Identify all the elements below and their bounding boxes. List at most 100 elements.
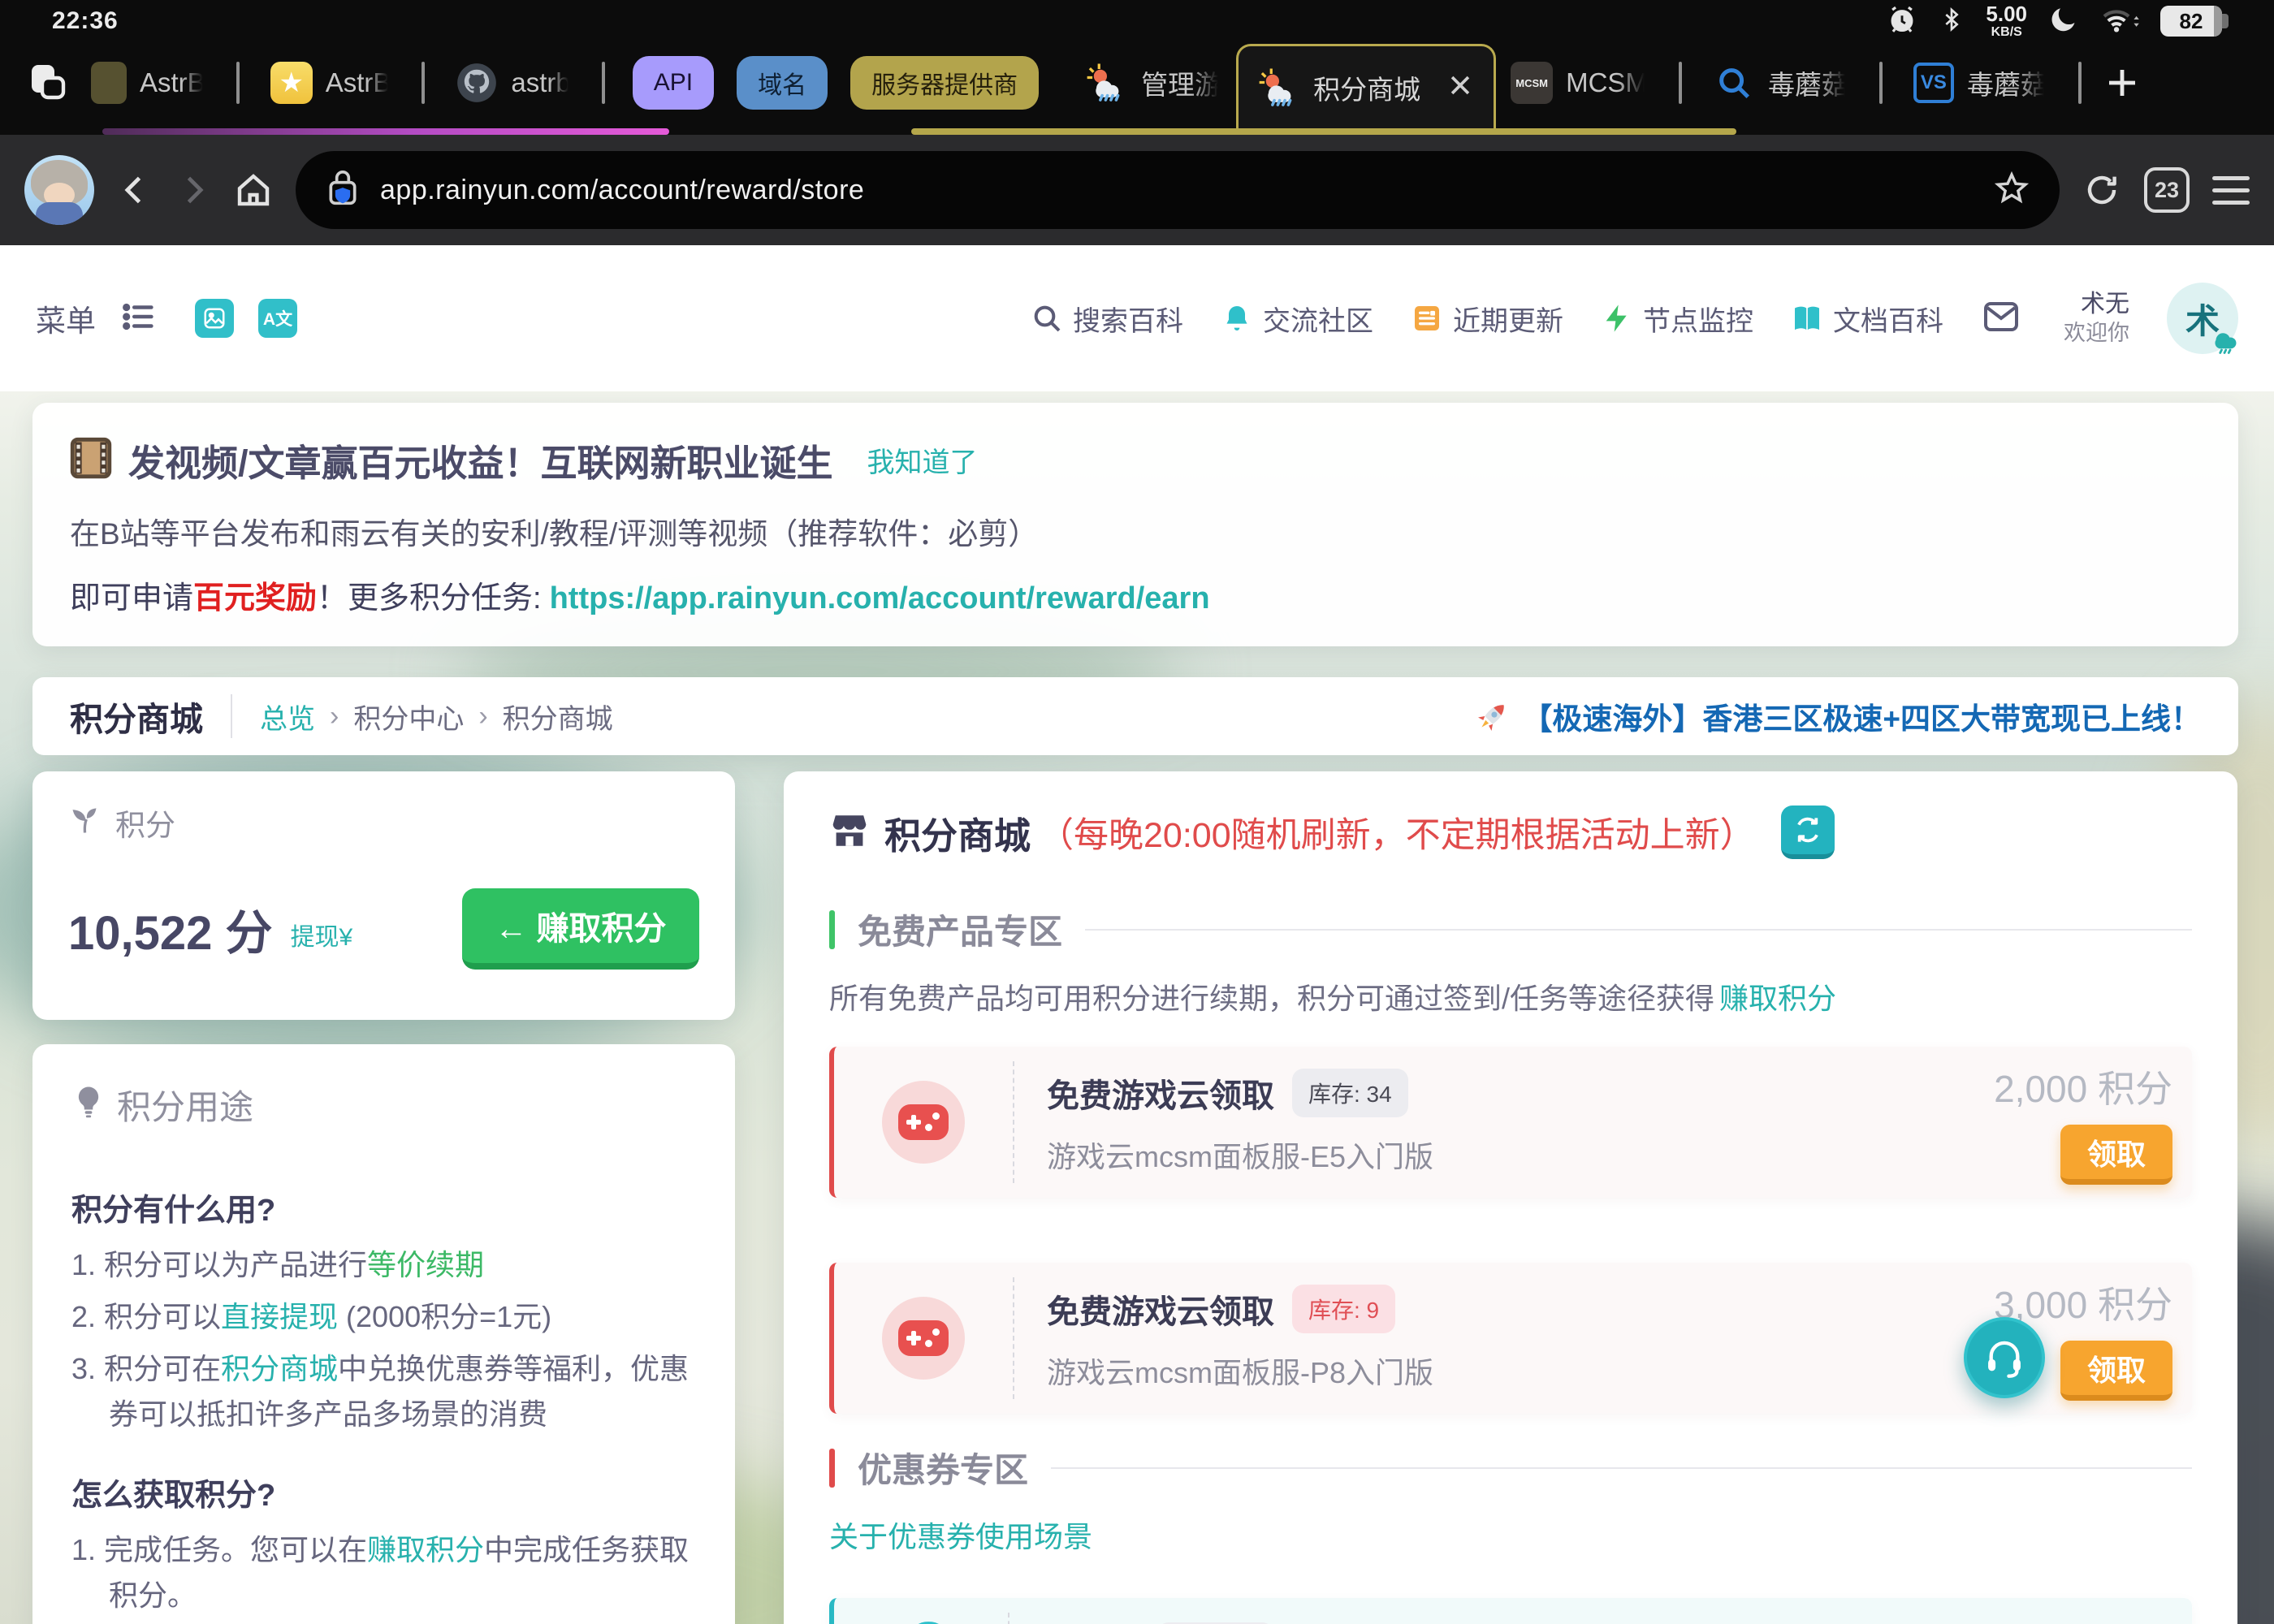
nav-recent-updates[interactable]: 近期更新 <box>1411 299 1563 339</box>
status-bar: 22:36 5.00 KB/S 82 <box>0 0 2274 37</box>
welcome-text: 欢迎你 <box>2064 320 2129 348</box>
nav-docs-wiki[interactable]: 文档百科 <box>1791 299 1943 339</box>
claim-button[interactable]: 领取 <box>2060 1125 2172 1185</box>
moon-icon <box>2048 4 2079 39</box>
stock-badge: 库存: 9 <box>1292 1285 1395 1333</box>
gamepad-icon <box>898 1320 949 1356</box>
promo-banner[interactable]: 【极速海外】香港三区极速+四区大带宽现已上线！ <box>1475 694 2201 738</box>
gallery-icon[interactable] <box>195 299 234 338</box>
tab-divider <box>422 62 425 104</box>
section-divider-line <box>1051 1467 2192 1469</box>
withdraw-directly-link[interactable]: 直接提现 <box>221 1300 338 1333</box>
back-icon[interactable] <box>117 172 153 208</box>
store-refresh-button[interactable] <box>1781 806 1835 859</box>
username: 术无 <box>2064 289 2129 320</box>
browser-toolbar: app.rainyun.com/account/reward/store 23 <box>0 135 2274 245</box>
user-avatar[interactable]: 术 <box>2167 283 2238 354</box>
equal-renewal-link[interactable]: 等价续期 <box>367 1248 484 1281</box>
rain-cloud-icon <box>2207 322 2242 356</box>
tab-search-mushroom[interactable]: 毒蘑菇 <box>1698 48 1863 118</box>
film-icon <box>70 437 112 483</box>
refresh-icon[interactable] <box>2082 171 2121 209</box>
nav-community[interactable]: 交流社区 <box>1221 299 1373 339</box>
withdraw-link[interactable]: 提现¥ <box>291 917 353 952</box>
earn-points-link[interactable]: 赚取积分 <box>1719 982 1836 1015</box>
usage-question-2: 怎么获取积分? <box>71 1470 696 1514</box>
tab-strip: AstrB ★ AstrB astrb API 域名 服务器提供商 管理游 <box>0 37 2274 135</box>
github-icon <box>456 62 498 104</box>
tab-divider <box>1879 62 1883 104</box>
banner-dismiss-link[interactable]: 我知道了 <box>867 440 978 480</box>
points-card: 积分 10,522 分 提现¥ ← 赚取积分 <box>32 771 735 1020</box>
earn-tasks-link[interactable]: https://app.rainyun.com/account/reward/e… <box>550 581 1210 615</box>
breadcrumb-overview[interactable]: 总览 <box>260 697 315 736</box>
support-floating-button[interactable] <box>1964 1317 2045 1398</box>
points-store-link[interactable]: 积分商城 <box>221 1352 338 1385</box>
points-card-title: 积分 <box>115 801 175 844</box>
mail-icon[interactable] <box>1981 299 2021 339</box>
weather-icon <box>1086 62 1128 104</box>
alarm-icon <box>1887 4 1917 39</box>
coupon-usage-link[interactable]: 关于优惠券使用场景 <box>829 1514 2192 1556</box>
url-text: app.rainyun.com/account/reward/store <box>380 175 864 206</box>
breadcrumb-bar: 积分商城 总览 › 积分中心 › 积分商城 【极速海外】香港三区极速+四区大带宽… <box>32 677 2238 755</box>
product-name: 免费游戏云领取 <box>1047 1285 1274 1332</box>
weather-icon <box>1258 67 1300 109</box>
points-amount: 10,522 分 <box>68 895 273 963</box>
tab-divider <box>602 62 605 104</box>
divider <box>231 694 232 738</box>
tab-divider <box>236 62 240 104</box>
tab-group-domain[interactable]: 域名 <box>737 56 828 110</box>
tab-vscode-mushroom[interactable]: VS 毒蘑菇 <box>1899 48 2062 118</box>
list-icon[interactable] <box>120 298 158 339</box>
translate-icon[interactable]: A文 <box>258 299 297 338</box>
breadcrumb-points-center[interactable]: 积分中心 <box>353 697 464 736</box>
points-usage-card: 积分用途 积分有什么用? 1. 积分可以为产品进行等价续期 2. 积分可以直接提… <box>32 1044 735 1624</box>
tab-count-button[interactable]: 23 <box>2144 167 2190 213</box>
vscode-icon: VS <box>1913 63 1954 103</box>
menu-icon[interactable] <box>2212 176 2250 205</box>
site-header: 菜单 A文 搜索百科 交流社区 近期更新 <box>0 245 2274 391</box>
product-icon-circle <box>882 1297 965 1380</box>
nav-search-wiki[interactable]: 搜索百科 <box>1031 299 1183 339</box>
coupon-quantity: x 2 <box>834 1598 1008 1624</box>
usage-item: 1. 积分可以为产品进行等价续期 <box>71 1242 696 1288</box>
home-icon[interactable] <box>234 171 273 209</box>
browser-profile-avatar[interactable] <box>24 155 94 225</box>
earn-points-button[interactable]: ← 赚取积分 <box>462 888 699 970</box>
forward-icon[interactable] <box>175 172 211 208</box>
bookmark-star-icon[interactable] <box>1993 170 2030 211</box>
tab-overview-button[interactable] <box>23 56 76 110</box>
menu-label[interactable]: 菜单 <box>36 296 96 340</box>
product-price: 2,000 积分 <box>1994 1060 2172 1113</box>
coupon-price: 4,000 积分 <box>1994 1618 2172 1624</box>
store-icon <box>829 810 870 855</box>
tab-astrb-2[interactable]: ★ AstrB <box>256 48 406 118</box>
nav-node-monitor[interactable]: 节点监控 <box>1601 299 1753 339</box>
tab-astrb-1[interactable]: AstrB <box>76 48 220 118</box>
tab-manage-game[interactable]: 管理游 <box>1071 48 1236 118</box>
screen: 22:36 5.00 KB/S 82 <box>0 0 2274 1624</box>
star-icon: ★ <box>270 62 313 104</box>
tab-group-server-provider[interactable]: 服务器提供商 <box>850 56 1039 110</box>
tab-group-underline-olive <box>911 128 1736 135</box>
status-icons: 5.00 KB/S 82 <box>1887 3 2222 39</box>
usage-question-1: 积分有什么用? <box>71 1185 696 1229</box>
free-products-section-header: 免费产品专区 <box>829 905 2192 954</box>
reward-highlight: 百元奖励 <box>193 581 317 615</box>
product-desc: 游戏云mcsm面板服-P8入门版 <box>1047 1350 1433 1392</box>
coupon-section-header: 优惠券专区 <box>829 1443 2192 1492</box>
section-accent-bar <box>829 910 835 949</box>
tab-group-api[interactable]: API <box>633 56 714 110</box>
tab-mcsm[interactable]: MCSM MCSM <box>1496 48 1662 118</box>
claim-button[interactable]: 领取 <box>2060 1341 2172 1401</box>
url-bar[interactable]: app.rainyun.com/account/reward/store <box>296 151 2060 229</box>
close-tab-icon[interactable] <box>1446 71 1474 103</box>
rocket-icon <box>1475 698 1511 734</box>
tab-points-store-active[interactable]: 积分商城 <box>1236 44 1496 128</box>
banner-line3: 即可申请百元奖励！更多积分任务:https://app.rainyun.com/… <box>70 572 2201 617</box>
tab-github-astrbot[interactable]: astrb <box>441 48 585 118</box>
usage-card-title: 积分用途 <box>117 1080 253 1129</box>
new-tab-button[interactable] <box>2098 58 2146 107</box>
earn-points-link[interactable]: 赚取积分 <box>367 1533 484 1566</box>
